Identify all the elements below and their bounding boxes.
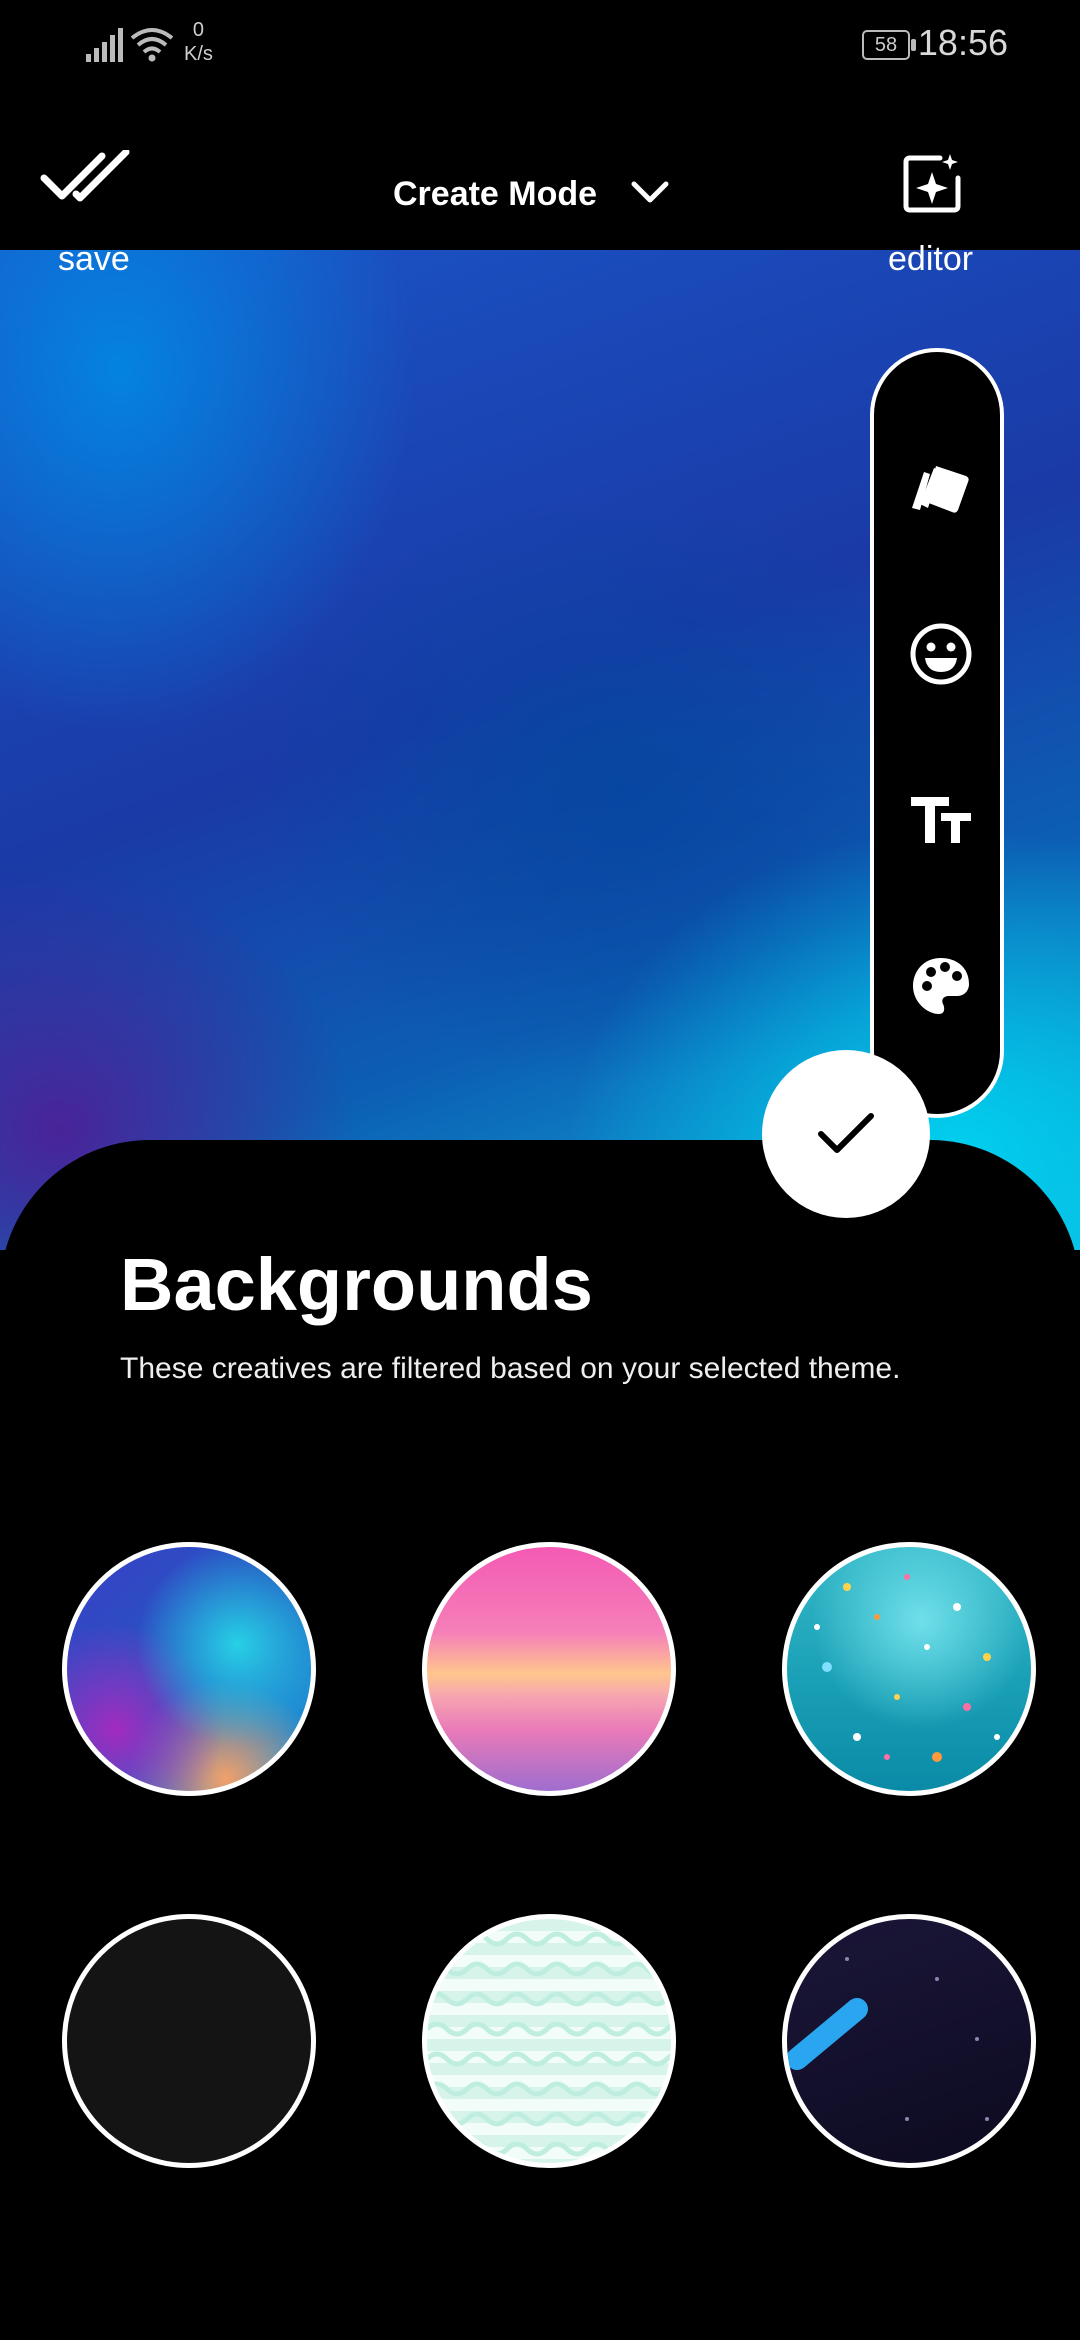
speed-value: 0 <box>192 19 205 41</box>
panel-subtitle: These creatives are filtered based on yo… <box>120 1352 901 1385</box>
emoji-icon <box>910 623 972 685</box>
wifi-icon <box>130 28 174 62</box>
palette-icon <box>913 958 969 1014</box>
confetti-pattern <box>814 1574 1000 1762</box>
editor-label[interactable]: editor <box>888 240 973 279</box>
text-size-icon <box>911 797 971 843</box>
background-thumb-mint-waves[interactable] <box>422 1914 676 2168</box>
save-button[interactable] <box>40 148 170 250</box>
battery-indicator: 58 <box>862 30 916 60</box>
chevron-down-icon[interactable] <box>630 180 670 206</box>
editor-button[interactable] <box>900 152 964 221</box>
backgrounds-tool[interactable] <box>901 448 981 528</box>
mode-title[interactable]: Create Mode <box>393 175 597 214</box>
stickers-tool[interactable] <box>901 614 981 694</box>
double-check-icon <box>40 148 130 202</box>
backgrounds-panel: Backgrounds These creatives are filtered… <box>0 1140 1080 2340</box>
wave-pattern <box>427 1931 671 2157</box>
cards-icon <box>912 466 969 513</box>
magic-editor-icon <box>903 154 961 213</box>
confirm-button[interactable] <box>762 1050 930 1218</box>
check-icon <box>818 1113 874 1153</box>
background-thumb-confetti[interactable] <box>782 1542 1036 1796</box>
background-thumb-dark[interactable] <box>62 1914 316 2168</box>
clock: 18:56 <box>917 22 1008 63</box>
background-thumb-space[interactable] <box>782 1914 1036 2168</box>
panel-title: Backgrounds <box>120 1243 593 1326</box>
network-speed: 0 K/s <box>184 18 213 66</box>
background-thumb-sunset[interactable] <box>422 1542 676 1796</box>
text-tool[interactable] <box>901 780 981 860</box>
save-label[interactable]: save <box>58 240 130 279</box>
status-bar: 0 K/s 58 18:56 <box>0 0 1080 90</box>
background-thumb-gradient-blue[interactable] <box>62 1542 316 1796</box>
space-pattern <box>787 1957 989 2121</box>
signal-icon <box>86 28 123 62</box>
top-bar: save Create Mode editor <box>0 110 1080 278</box>
speed-unit: K/s <box>184 43 213 65</box>
tool-bar <box>870 348 1004 1118</box>
colors-tool[interactable] <box>901 946 981 1026</box>
